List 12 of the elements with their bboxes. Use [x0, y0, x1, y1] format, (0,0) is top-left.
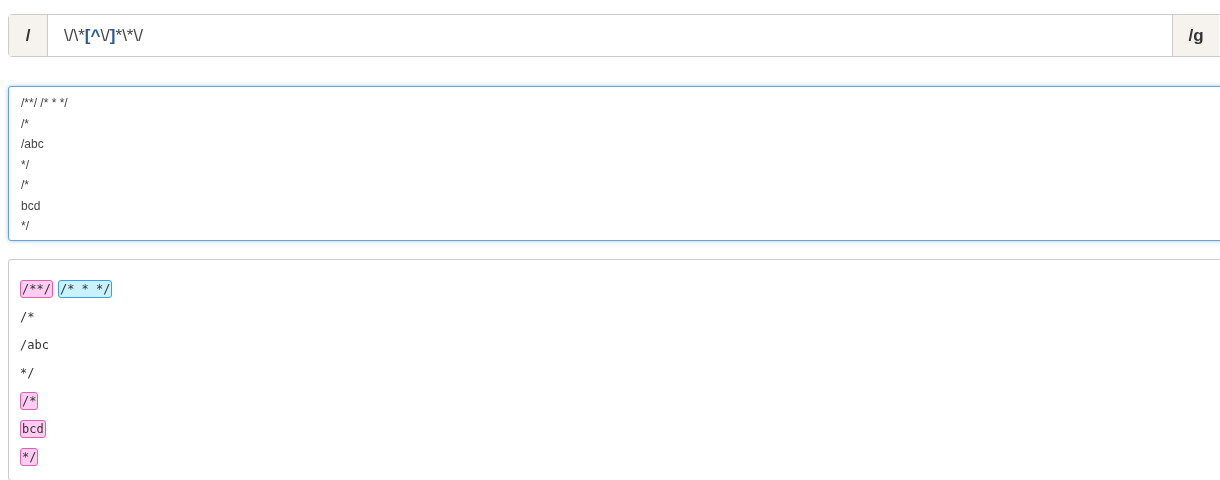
match-highlight: /**/ — [20, 280, 53, 298]
match-highlight: bcd — [20, 420, 46, 438]
regex-flags: /g — [1172, 15, 1219, 56]
match-highlight: /* * */ — [57, 280, 113, 298]
match-highlight: */ — [20, 448, 39, 466]
result-text: */ — [20, 365, 35, 382]
match-highlight: /* — [20, 392, 39, 410]
regex-input-field[interactable]: \/\*[^\/]*\*\/ — [48, 15, 1172, 56]
result-text: /abc — [20, 337, 49, 354]
regex-prefix: / — [9, 15, 48, 56]
result-text: /* — [20, 309, 35, 326]
test-text-field[interactable]: /**/ /* * */ /* /abc */ /* bcd */ — [8, 86, 1220, 241]
